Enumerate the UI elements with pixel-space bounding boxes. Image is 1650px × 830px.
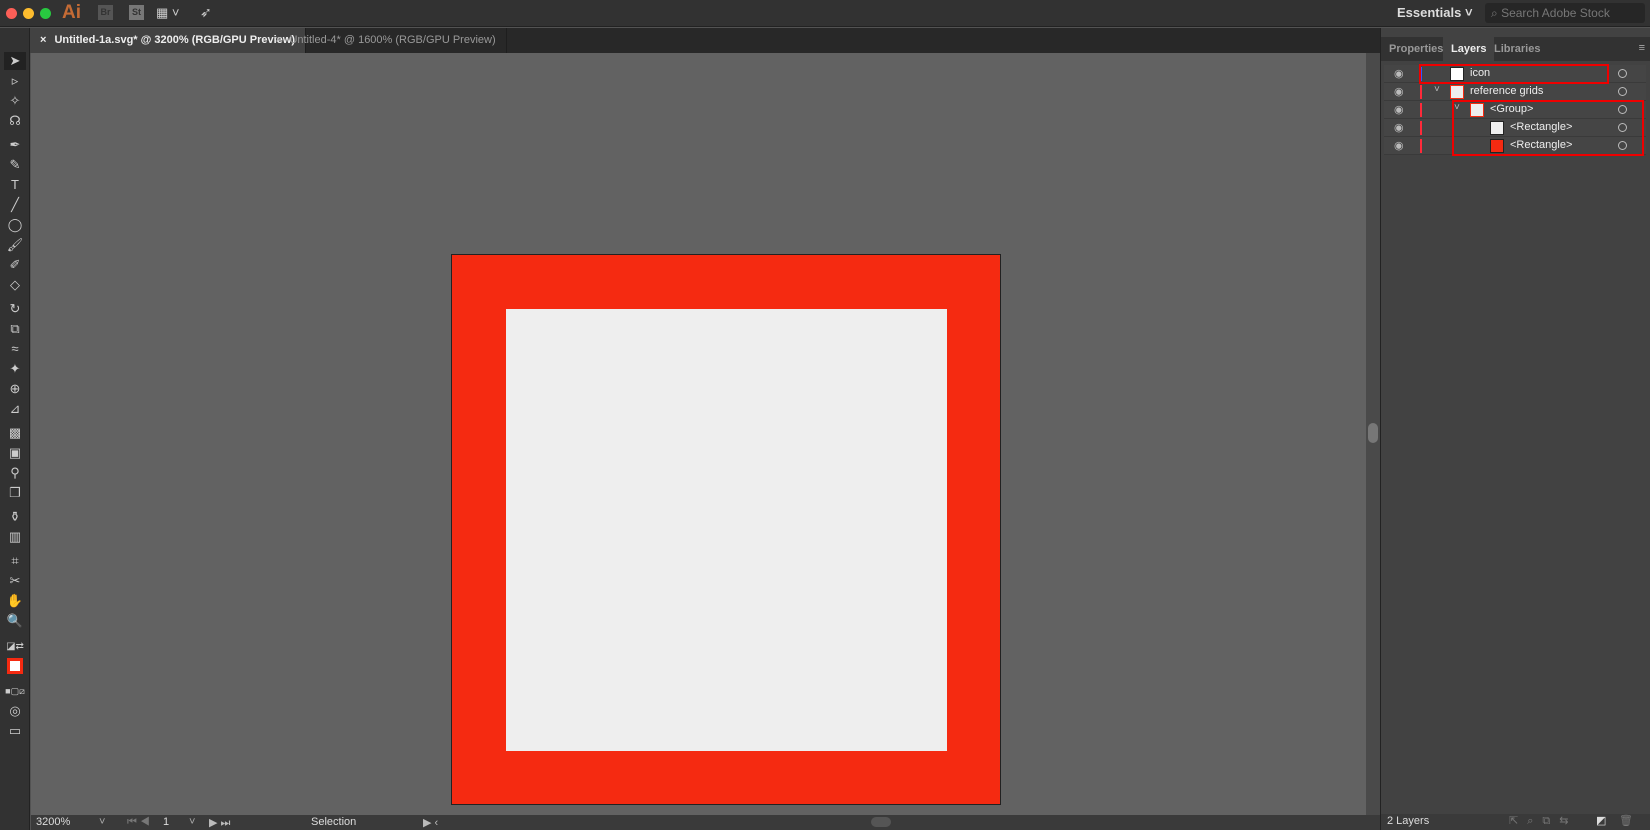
tab-label: Untitled-4* @ 1600% (RGB/GPU Preview) bbox=[289, 34, 496, 46]
direct-selection-tool-icon[interactable]: ▹ bbox=[4, 72, 26, 90]
visibility-eye-icon[interactable]: ◉ bbox=[1394, 139, 1404, 152]
rotate-tool-icon[interactable]: ↻ bbox=[4, 300, 26, 318]
horizontal-scroll-thumb[interactable] bbox=[871, 817, 891, 827]
search-icon: ⌕ bbox=[1491, 6, 1498, 20]
close-tab-icon[interactable]: × bbox=[275, 34, 281, 46]
status-bar: 3200% ˅ ⏮ ◀ 1 ˅ ▶ ⏭ Selection ▶ ‹ bbox=[31, 815, 1380, 830]
vertical-scrollbar[interactable] bbox=[1366, 53, 1380, 815]
trash-icon[interactable]: 🗑 bbox=[1619, 814, 1633, 827]
current-tool: Selection bbox=[311, 816, 357, 828]
arrange-documents-icon[interactable]: ▦ ˅ bbox=[156, 5, 180, 21]
layer-color-indicator bbox=[1420, 121, 1422, 135]
visibility-eye-icon[interactable]: ◉ bbox=[1394, 67, 1404, 80]
magic-wand-icon[interactable]: ✧ bbox=[4, 92, 26, 110]
tab-label: Untitled-1a.svg* @ 3200% (RGB/GPU Previe… bbox=[54, 34, 296, 46]
shape-builder-icon[interactable]: ⊕ bbox=[4, 380, 26, 398]
document-tabs: × Untitled-1a.svg* @ 3200% (RGB/GPU Previ… bbox=[30, 28, 1380, 53]
hand-tool-icon[interactable]: ✋ bbox=[4, 592, 26, 610]
type-tool-icon[interactable]: T bbox=[4, 176, 26, 194]
stock-button[interactable]: St bbox=[129, 5, 144, 20]
layer-color-indicator bbox=[1420, 103, 1422, 117]
screen-mode-icon[interactable]: ▭ bbox=[4, 722, 26, 740]
tab-properties[interactable]: Properties bbox=[1381, 37, 1451, 61]
close-window-button[interactable] bbox=[6, 8, 17, 19]
layer-row-reference-grids[interactable]: ◉ ˅ reference grids bbox=[1384, 83, 1646, 101]
workspace-label: Essentials bbox=[1397, 5, 1462, 20]
mesh-tool-icon[interactable]: ▩ bbox=[4, 424, 26, 442]
visibility-eye-icon[interactable]: ◉ bbox=[1394, 121, 1404, 134]
highlight-box-group bbox=[1452, 100, 1644, 156]
app-bar: Ai Br St ▦ ˅ ➶ Essentials ˅ ⌕ Search Ado… bbox=[0, 0, 1650, 27]
artboard-tool-icon[interactable]: ⌗ bbox=[4, 552, 26, 570]
shaper-tool-icon[interactable]: ✐ bbox=[4, 256, 26, 274]
minimize-window-button[interactable] bbox=[23, 8, 34, 19]
scale-tool-icon[interactable]: ⧉ bbox=[4, 320, 26, 338]
perspective-grid-icon[interactable]: ⊿ bbox=[4, 400, 26, 418]
tab-untitled-4[interactable]: × Untitled-4* @ 1600% (RGB/GPU Preview) bbox=[265, 28, 507, 53]
artboard-number[interactable]: 1 bbox=[163, 816, 169, 828]
scroll-thumb[interactable] bbox=[1368, 423, 1378, 443]
eyedropper-icon[interactable]: ⚲ bbox=[4, 464, 26, 482]
layers-panel: Properties Layers Libraries ≡ ◉ icon ◉ ˅… bbox=[1380, 28, 1650, 830]
stock-search-input[interactable]: ⌕ Search Adobe Stock bbox=[1485, 3, 1645, 23]
bridge-button[interactable]: Br bbox=[98, 5, 113, 20]
red-rectangle[interactable] bbox=[451, 254, 1001, 805]
swap-fill-stroke-icon[interactable]: ◪⇄ bbox=[4, 638, 26, 656]
layers-list: ◉ icon ◉ ˅ reference grids ◉ ˅ <Group> ◉… bbox=[1384, 64, 1646, 156]
visibility-eye-icon[interactable]: ◉ bbox=[1394, 85, 1404, 98]
layer-actions-icons[interactable]: ⇱⌕⧉⇆ bbox=[1509, 814, 1577, 828]
target-circle-icon[interactable] bbox=[1618, 87, 1627, 96]
blend-tool-icon[interactable]: ❐ bbox=[4, 484, 26, 502]
highlight-box-icon-layer bbox=[1419, 64, 1609, 84]
panel-footer: 2 Layers ⇱⌕⧉⇆ ◩ 🗑 bbox=[1381, 814, 1650, 830]
gradient-tool-icon[interactable]: ▣ bbox=[4, 444, 26, 462]
tab-libraries[interactable]: Libraries bbox=[1486, 37, 1548, 61]
pen-tool-icon[interactable]: ✒ bbox=[4, 136, 26, 154]
layer-count: 2 Layers bbox=[1387, 815, 1430, 827]
draw-mode-icon[interactable]: ◎ bbox=[4, 702, 26, 720]
zoom-level[interactable]: 3200% bbox=[36, 816, 70, 828]
lasso-icon[interactable]: ☊ bbox=[4, 112, 26, 130]
next-artboard-icon[interactable]: ▶ ⏭ bbox=[209, 816, 230, 830]
graph-tool-icon[interactable]: ▥ bbox=[4, 528, 26, 546]
workspace-switcher[interactable]: Essentials ˅ bbox=[1397, 5, 1473, 20]
chevron-down-icon[interactable]: ˅ bbox=[1434, 84, 1440, 95]
color-mode-icon[interactable]: ■▢⧄ bbox=[4, 682, 26, 700]
maximize-window-button[interactable] bbox=[40, 8, 51, 19]
visibility-eye-icon[interactable]: ◉ bbox=[1394, 103, 1404, 116]
eraser-icon[interactable]: ◇ bbox=[4, 276, 26, 294]
curvature-tool-icon[interactable]: ✎ bbox=[4, 156, 26, 174]
line-tool-icon[interactable]: ╱ bbox=[4, 196, 26, 214]
panel-tabs: Properties Layers Libraries ≡ bbox=[1381, 37, 1650, 61]
canvas[interactable] bbox=[31, 53, 1366, 815]
rocket-icon[interactable]: ➶ bbox=[200, 4, 212, 21]
layer-color-indicator bbox=[1420, 85, 1422, 99]
ellipse-tool-icon[interactable]: ◯ bbox=[4, 216, 26, 234]
close-tab-icon[interactable]: × bbox=[40, 34, 46, 46]
width-tool-icon[interactable]: ≈ bbox=[4, 340, 26, 358]
first-artboard-icon[interactable]: ⏮ ◀ bbox=[127, 816, 150, 829]
status-menu-icon[interactable]: ▶ ‹ bbox=[423, 816, 438, 829]
layer-thumbnail bbox=[1450, 85, 1464, 99]
layer-name[interactable]: reference grids bbox=[1470, 85, 1543, 97]
search-placeholder: Search Adobe Stock bbox=[1501, 6, 1610, 20]
target-circle-icon[interactable] bbox=[1618, 69, 1627, 78]
puppet-warp-icon[interactable]: ✦ bbox=[4, 360, 26, 378]
tools-panel: ➤ ▹ ✧ ☊ ✒ ✎ T ╱ ◯ 🖌 ✐ ◇ ↻ ⧉ ≈ ✦ ⊕ ⊿ ▩ ▣ … bbox=[0, 28, 30, 830]
symbol-sprayer-icon[interactable]: ⚱ bbox=[4, 508, 26, 526]
fill-stroke-icon[interactable] bbox=[4, 658, 26, 676]
layer-color-indicator bbox=[1420, 139, 1422, 153]
artboard-dropdown-icon[interactable]: ˅ bbox=[189, 816, 195, 828]
new-layer-icon[interactable]: ◩ bbox=[1596, 814, 1606, 827]
selection-tool-icon[interactable]: ➤ bbox=[4, 52, 26, 70]
white-rectangle[interactable] bbox=[506, 309, 947, 751]
zoom-tool-icon[interactable]: 🔍 bbox=[4, 612, 26, 630]
zoom-dropdown-icon[interactable]: ˅ bbox=[99, 816, 105, 828]
panel-menu-icon[interactable]: ≡ bbox=[1639, 42, 1645, 54]
app-logo: Ai bbox=[62, 2, 81, 23]
paintbrush-icon[interactable]: 🖌 bbox=[4, 236, 26, 254]
slice-tool-icon[interactable]: ✂ bbox=[4, 572, 26, 590]
